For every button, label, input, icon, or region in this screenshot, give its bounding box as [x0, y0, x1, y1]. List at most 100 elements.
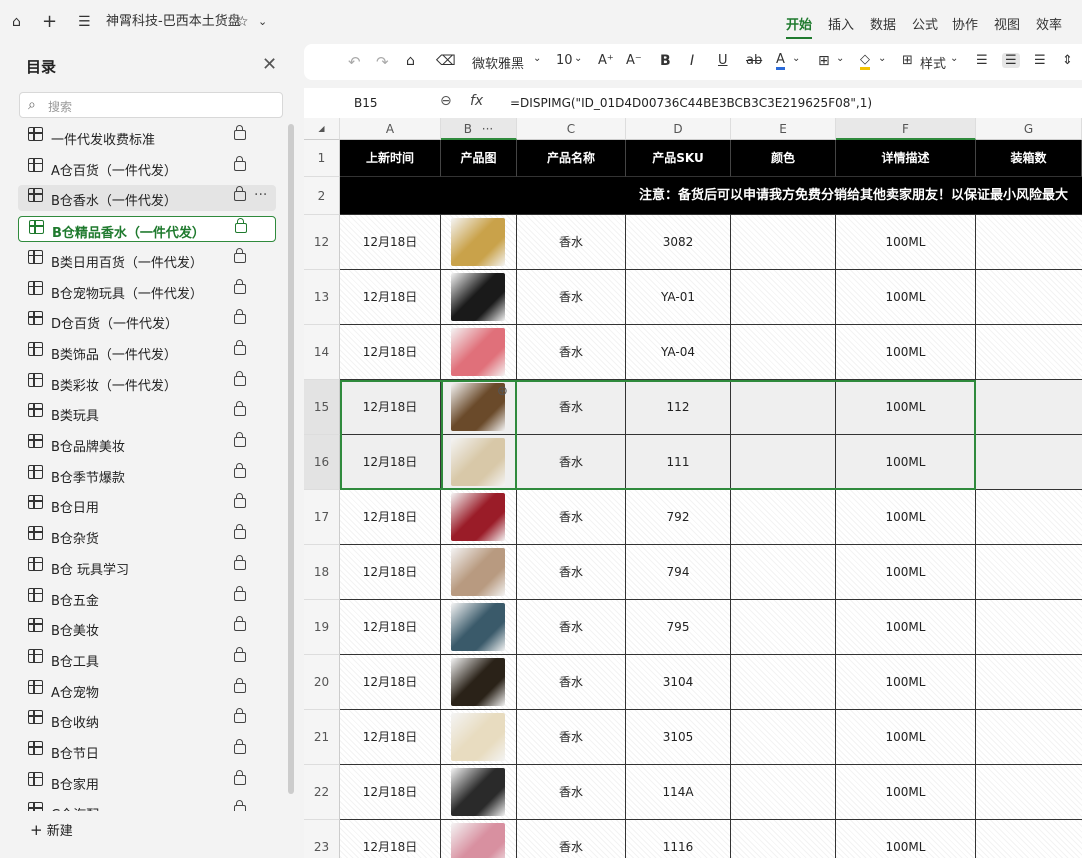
sku-cell[interactable]: 111	[626, 435, 731, 490]
color-cell[interactable]	[731, 325, 836, 380]
bold-icon[interactable]: B	[660, 53, 671, 69]
product-image[interactable]	[451, 218, 505, 266]
product-image[interactable]	[451, 823, 505, 858]
qty-cell[interactable]: 48	[976, 325, 1082, 380]
add-icon[interactable]: +	[42, 12, 57, 32]
name-cell[interactable]: 香水	[517, 655, 626, 710]
column-header[interactable]: F	[836, 118, 976, 140]
menu-tab-0[interactable]: 开始	[786, 14, 813, 39]
notice-banner[interactable]: 注意：备货后可以申请我方免费分销给其他卖家朋友！以保证最小风险最大	[340, 177, 1082, 215]
menu-tab-3[interactable]: 公式	[912, 14, 938, 33]
chevron-down-icon[interactable]: ⌄	[878, 53, 886, 64]
sidebar-sheet-item[interactable]: B类饰品（一件代发）	[18, 339, 276, 365]
column-header[interactable]: B ···	[441, 118, 517, 140]
sku-cell[interactable]: YA-01	[626, 270, 731, 325]
new-sheet-button[interactable]: + 新建	[30, 820, 73, 839]
date-cell[interactable]: 12月18日	[340, 325, 441, 380]
table-header-cell[interactable]: 产品图	[441, 140, 517, 177]
sidebar-sheet-item[interactable]: B仓香水（一件代发） ···	[18, 185, 276, 212]
row-header[interactable]: 20	[304, 655, 340, 710]
product-image[interactable]	[451, 658, 505, 706]
table-header-cell[interactable]: 颜色	[731, 140, 836, 177]
sidebar-sheet-item[interactable]: B类玩具	[18, 400, 276, 426]
sidebar-sheet-item[interactable]: B仓宠物玩具（一件代发）	[18, 278, 276, 304]
sidebar-sheet-item[interactable]: D仓百货（一件代发）	[18, 308, 276, 334]
date-cell[interactable]: 12月18日	[340, 545, 441, 600]
star-icon[interactable]: ☆	[236, 12, 249, 32]
product-image[interactable]	[451, 328, 505, 376]
column-header[interactable]: C	[517, 118, 626, 140]
qty-cell[interactable]: 48	[976, 600, 1082, 655]
style-icon[interactable]: ⊞	[902, 53, 913, 68]
image-cell[interactable]	[441, 655, 517, 710]
select-all-corner[interactable]: ◢	[304, 118, 340, 140]
qty-cell[interactable]: 48	[976, 545, 1082, 600]
sidebar-sheet-item[interactable]: B仓日用	[18, 492, 276, 518]
zoom-icon[interactable]: ⊖	[440, 93, 452, 109]
undo-icon[interactable]: ↶	[348, 53, 361, 71]
desc-cell[interactable]: 100ML	[836, 270, 976, 325]
strikethrough-icon[interactable]: ab	[746, 53, 762, 68]
image-cell[interactable]	[441, 710, 517, 765]
table-header-cell[interactable]: 产品名称	[517, 140, 626, 177]
desc-cell[interactable]: 100ML	[836, 765, 976, 820]
table-header-cell[interactable]: 上新时间	[340, 140, 441, 177]
qty-cell[interactable]: 48	[976, 490, 1082, 545]
underline-icon[interactable]: U	[718, 53, 728, 68]
row-header[interactable]: 12	[304, 215, 340, 270]
desc-cell[interactable]: 100ML	[836, 545, 976, 600]
date-cell[interactable]: 12月18日	[340, 490, 441, 545]
name-cell[interactable]: 香水	[517, 435, 626, 490]
row-header[interactable]: 1	[304, 140, 340, 177]
color-cell[interactable]	[731, 710, 836, 765]
product-image[interactable]	[451, 273, 505, 321]
font-name-select[interactable]: 微软雅黑	[472, 53, 524, 72]
date-cell[interactable]: 12月18日	[340, 765, 441, 820]
column-header[interactable]: G	[976, 118, 1082, 140]
sidebar-sheet-item[interactable]: B仓美妆	[18, 615, 276, 641]
desc-cell[interactable]: 100ML	[836, 325, 976, 380]
date-cell[interactable]: 12月18日	[340, 600, 441, 655]
font-color-icon[interactable]: A	[776, 53, 785, 70]
chevron-down-icon[interactable]: ⌄	[533, 53, 541, 64]
product-image[interactable]	[451, 548, 505, 596]
color-cell[interactable]	[731, 765, 836, 820]
font-size-select[interactable]: 10	[556, 53, 573, 68]
sku-cell[interactable]: 795	[626, 600, 731, 655]
image-cell[interactable]	[441, 820, 517, 858]
row-header[interactable]: 2	[304, 177, 340, 215]
row-header[interactable]: 18	[304, 545, 340, 600]
name-cell[interactable]: 香水	[517, 270, 626, 325]
desc-cell[interactable]: 100ML	[836, 490, 976, 545]
name-cell[interactable]: 香水	[517, 545, 626, 600]
chevron-down-icon[interactable]: ⌄	[792, 53, 800, 64]
color-cell[interactable]	[731, 215, 836, 270]
sidebar-sheet-item[interactable]: A仓百货（一件代发）	[18, 155, 276, 181]
style-button[interactable]: 样式	[920, 53, 946, 72]
column-header[interactable]: A	[340, 118, 441, 140]
row-header[interactable]: 16	[304, 435, 340, 490]
product-image[interactable]	[451, 493, 505, 541]
row-header[interactable]: 23	[304, 820, 340, 858]
name-cell[interactable]: 香水	[517, 710, 626, 765]
date-cell[interactable]: 12月18日	[340, 380, 441, 435]
sidebar-sheet-item[interactable]: C仓汽配	[18, 799, 276, 812]
image-cell[interactable]	[441, 270, 517, 325]
align-left-icon[interactable]: ☰	[976, 53, 988, 68]
image-cell[interactable]	[441, 325, 517, 380]
name-cell[interactable]: 香水	[517, 490, 626, 545]
desc-cell[interactable]: 100ML	[836, 820, 976, 858]
vertical-align-icon[interactable]: ⇕	[1062, 53, 1073, 68]
row-header[interactable]: 13	[304, 270, 340, 325]
sku-cell[interactable]: 794	[626, 545, 731, 600]
product-image[interactable]	[451, 713, 505, 761]
name-cell[interactable]: 香水	[517, 325, 626, 380]
italic-icon[interactable]: I	[690, 53, 694, 69]
formula-input[interactable]: =DISPIMG("ID_01D4D00736C44BE3BCB3C3E2196…	[510, 96, 872, 110]
desc-cell[interactable]: 100ML	[836, 215, 976, 270]
menu-tab-4[interactable]: 协作	[952, 14, 978, 33]
color-cell[interactable]	[731, 655, 836, 710]
chevron-down-icon[interactable]: ⌄	[950, 53, 958, 64]
border-icon[interactable]: ⊞	[818, 53, 830, 69]
image-cell[interactable]	[441, 765, 517, 820]
